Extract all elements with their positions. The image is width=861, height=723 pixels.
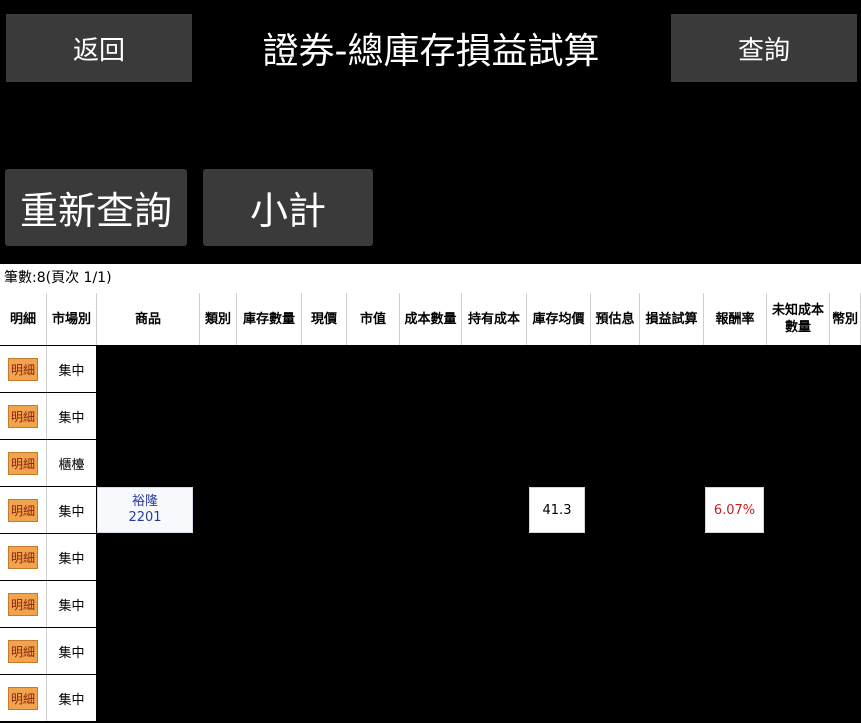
product-cell[interactable]: 裕隆 2201 <box>97 487 193 533</box>
detail-button[interactable]: 明細 <box>7 686 38 710</box>
market-cell: 集中 <box>46 628 96 674</box>
page-title: 證券-總庫存損益試算 <box>262 31 600 72</box>
column-header-avg-price: 庫存均價 <box>527 293 591 345</box>
column-header-price: 現價 <box>302 293 347 345</box>
detail-button[interactable]: 明細 <box>7 545 38 569</box>
detail-button[interactable]: 明細 <box>7 498 38 522</box>
market-cell: 集中 <box>46 534 96 580</box>
detail-button[interactable]: 明細 <box>7 639 38 663</box>
table-row-detail-cell: 明細 <box>0 346 46 392</box>
column-header-dividend: 預估息 <box>591 293 640 345</box>
return-rate-cell: 6.07% <box>705 487 764 533</box>
market-cell: 集中 <box>46 393 96 439</box>
market-cell: 集中 <box>46 346 96 392</box>
market-cell: 集中 <box>46 675 96 721</box>
detail-button[interactable]: 明細 <box>7 451 38 475</box>
detail-button[interactable]: 明細 <box>7 592 38 616</box>
avg-price-cell: 41.3 <box>529 487 585 533</box>
detail-button[interactable]: 明細 <box>7 357 38 381</box>
column-header-value: 市值 <box>347 293 400 345</box>
column-header-qty: 庫存數量 <box>237 293 302 345</box>
table-row-detail-cell: 明細 <box>0 675 46 721</box>
market-cell: 櫃檯 <box>46 440 96 486</box>
column-header-cost: 持有成本 <box>462 293 527 345</box>
table-row-detail-cell: 明細 <box>0 581 46 627</box>
table-row-detail-cell: 明細 <box>0 393 46 439</box>
column-header-product: 商品 <box>97 293 200 345</box>
column-header-type: 類別 <box>200 293 237 345</box>
column-header-currency: 幣別 <box>830 293 861 345</box>
record-count: 筆數:8(頁次 1/1) <box>0 264 861 293</box>
table-row-detail-cell: 明細 <box>0 440 46 486</box>
market-cell: 集中 <box>46 487 96 533</box>
subtotal-button[interactable]: 小計 <box>203 169 373 246</box>
column-header-market: 市場別 <box>47 293 97 345</box>
back-button[interactable]: 返回 <box>6 14 192 82</box>
product-code: 2201 <box>128 510 162 525</box>
detail-button[interactable]: 明細 <box>7 404 38 428</box>
table-row-detail-cell: 明細 <box>0 628 46 674</box>
column-header-return: 報酬率 <box>704 293 767 345</box>
product-name: 裕隆 <box>131 494 158 509</box>
column-header-unknown-cost-qty: 未知成本 數量 <box>767 293 830 345</box>
column-header-detail: 明細 <box>0 293 47 345</box>
table-row-detail-cell: 明細 <box>0 487 46 533</box>
column-header-cost-qty: 成本數量 <box>400 293 462 345</box>
column-header-pnl: 損益試算 <box>640 293 704 345</box>
market-cell: 集中 <box>46 581 96 627</box>
requery-button[interactable]: 重新查詢 <box>5 169 187 246</box>
table-row-detail-cell: 明細 <box>0 534 46 580</box>
query-button[interactable]: 查詢 <box>671 14 857 82</box>
holdings-table: 明細 市場別 商品 類別 庫存數量 現價 市值 成本數量 持有成本 庫存均價 預估息 損益試算 報酬率未… <box>0 293 861 723</box>
